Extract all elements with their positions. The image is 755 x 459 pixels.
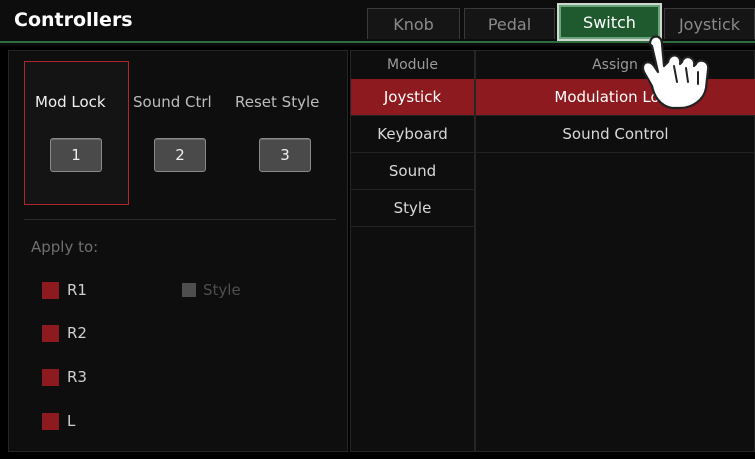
- panel-divider: [24, 219, 336, 220]
- checkbox-r1-label: R1: [67, 281, 87, 299]
- switch-2-label: Sound Ctrl: [133, 93, 212, 111]
- module-item-sound[interactable]: Sound: [351, 153, 474, 189]
- tab-pedal[interactable]: Pedal: [464, 8, 555, 39]
- switch-selection-frame: [24, 61, 129, 205]
- module-item-joystick[interactable]: Joystick: [351, 79, 474, 115]
- apply-to-label: Apply to:: [31, 238, 99, 256]
- checkbox-style-label: Style: [203, 281, 241, 299]
- switch-2-button[interactable]: 2: [154, 138, 206, 172]
- module-header: Module: [387, 57, 438, 73]
- checkbox-l[interactable]: [42, 413, 59, 430]
- module-item-keyboard[interactable]: Keyboard: [351, 116, 474, 152]
- row-divider: [351, 226, 474, 227]
- checkbox-style: [182, 283, 196, 297]
- switch-3-label: Reset Style: [235, 93, 320, 111]
- checkbox-r1[interactable]: [42, 282, 59, 299]
- hand-pointer-icon: [636, 14, 718, 110]
- checkbox-r2[interactable]: [42, 325, 59, 342]
- checkbox-r2-label: R2: [67, 324, 87, 342]
- row-divider: [476, 152, 755, 153]
- switch-1-button[interactable]: 1: [50, 138, 102, 172]
- page-title: Controllers: [14, 9, 133, 31]
- checkbox-r3[interactable]: [42, 369, 59, 386]
- switch-3-button[interactable]: 3: [259, 138, 311, 172]
- switch-1-label: Mod Lock: [35, 93, 106, 111]
- checkbox-l-label: L: [67, 412, 76, 430]
- checkbox-r3-label: R3: [67, 368, 87, 386]
- tab-knob[interactable]: Knob: [367, 8, 460, 39]
- module-item-style[interactable]: Style: [351, 190, 474, 226]
- assign-item-sound-control[interactable]: Sound Control: [476, 116, 755, 152]
